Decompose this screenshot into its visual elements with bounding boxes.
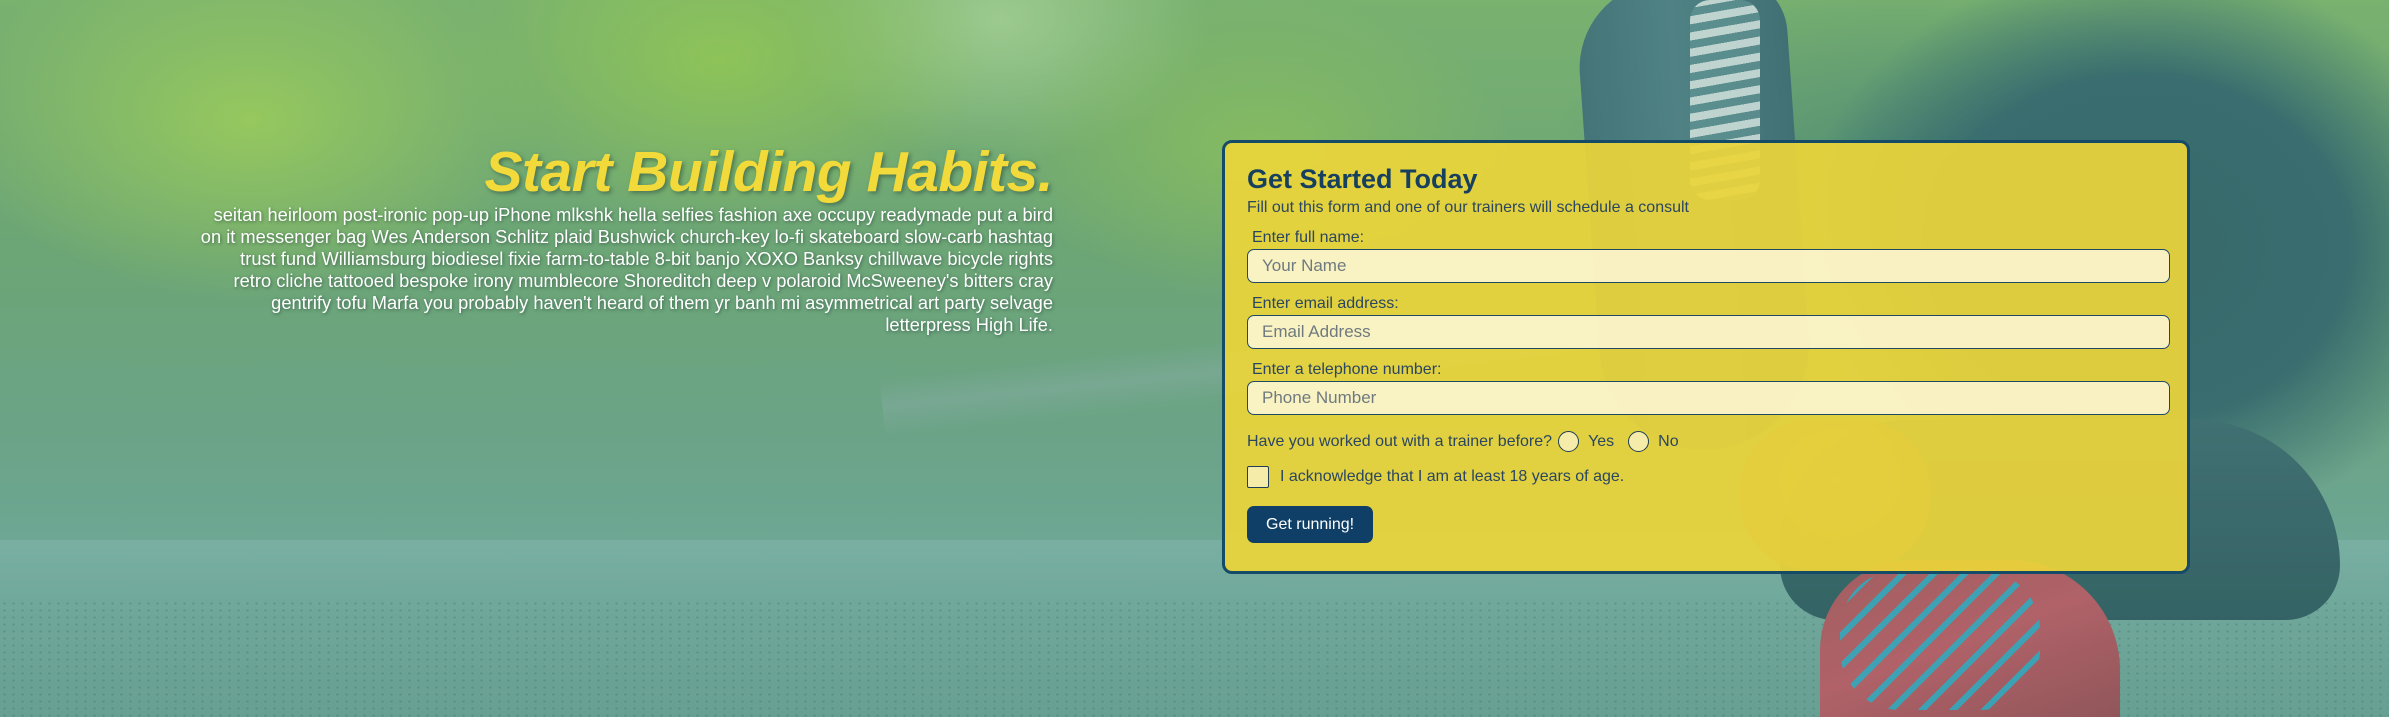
- email-input[interactable]: [1247, 315, 2170, 349]
- get-running-button[interactable]: Get running!: [1247, 506, 1374, 543]
- phone-input[interactable]: [1247, 381, 2170, 415]
- age-acknowledgement-label: I acknowledge that I am at least 18 year…: [1280, 468, 1625, 485]
- trainer-question-row: Have you worked out with a trainer befor…: [1247, 431, 2167, 452]
- trainer-question-label: Have you worked out with a trainer befor…: [1247, 432, 1553, 450]
- trainer-yes-label: Yes: [1588, 432, 1615, 450]
- phone-label: Enter a telephone number:: [1252, 361, 1442, 378]
- hero-section: Start Building Habits. seitan heirloom p…: [200, 140, 1054, 336]
- trainer-yes-radio[interactable]: [1558, 431, 1580, 452]
- signup-form-card: Get Started Today Fill out this form and…: [1222, 140, 2190, 574]
- full-name-input[interactable]: [1247, 249, 2170, 283]
- email-label: Enter email address:: [1252, 295, 1399, 312]
- age-acknowledgement-row: I acknowledge that I am at least 18 year…: [1247, 466, 2167, 488]
- age-acknowledgement-checkbox[interactable]: [1247, 466, 1269, 488]
- trainer-no-radio[interactable]: [1628, 431, 1650, 452]
- form-subtitle: Fill out this form and one of our traine…: [1247, 199, 1689, 216]
- hero-heading: Start Building Habits.: [484, 140, 1053, 204]
- hero-body-text: seitan heirloom post-ironic pop-up iPhon…: [200, 204, 1053, 335]
- form-title: Get Started Today: [1247, 164, 1478, 194]
- full-name-label: Enter full name:: [1252, 229, 1365, 246]
- trainer-no-label: No: [1658, 432, 1679, 450]
